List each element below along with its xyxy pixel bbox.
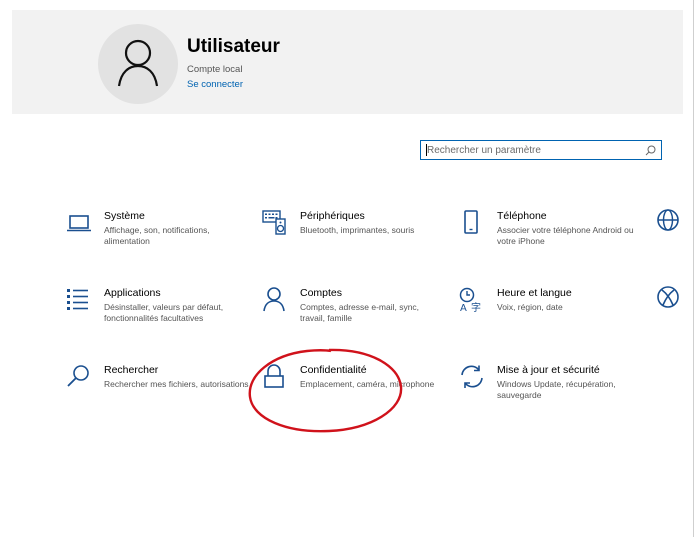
xbox-icon[interactable] [656,285,680,309]
tile-title: Périphériques [300,210,365,222]
person-icon [263,287,285,312]
user-header: Utilisateur Compte local Se connecter [12,10,683,114]
tile-title: Mise à jour et sécurité [497,364,600,376]
tile-description: Affichage, son, notifications, alimentat… [104,225,210,246]
settings-tile-update-security[interactable]: Mise à jour et sécurité Windows Update, … [459,364,639,404]
settings-tile-system[interactable]: Système Affichage, son, notifications, a… [66,210,246,250]
tile-title: Heure et langue [497,287,572,299]
keyboard-speaker-icon [262,210,286,235]
apps-list-icon [67,289,88,310]
tile-title: Rechercher [104,364,159,376]
svg-text:字: 字 [471,301,481,313]
annotation-circle [248,348,403,433]
tile-description: Windows Update, récupération, sauvegarde [497,379,616,400]
settings-window: Utilisateur Compte local Se connecter Sy… [0,0,697,537]
tile-description: Rechercher mes fichiers, autorisations [104,379,249,389]
settings-tile-time-language[interactable]: A 字 Heure et langue Voix, région, date [459,287,639,327]
search-input[interactable] [427,141,641,159]
search-box[interactable] [420,140,662,160]
update-sync-icon [461,365,483,388]
phone-icon [464,210,478,234]
tile-description: Comptes, adresse e-mail, sync, travail, … [300,302,420,323]
settings-tile-search[interactable]: Rechercher Rechercher mes fichiers, auto… [66,364,249,404]
settings-tile-phone[interactable]: Téléphone Associer votre téléphone Andro… [459,210,639,250]
laptop-icon [67,215,91,232]
sign-in-link[interactable]: Se connecter [187,79,243,90]
settings-tile-devices[interactable]: Périphériques Bluetooth, imprimantes, so… [262,210,442,250]
avatar[interactable] [98,24,178,104]
time-language-icon: A 字 [459,287,481,313]
search-icon[interactable] [645,145,656,156]
globe-icon[interactable] [656,208,680,232]
tile-title: Téléphone [497,210,547,222]
settings-tile-apps[interactable]: Applications Désinstaller, valeurs par d… [66,287,246,327]
tile-description: Voix, région, date [497,302,563,312]
account-type: Compte local [187,64,243,75]
user-name: Utilisateur [187,36,280,57]
search-icon [67,365,89,387]
svg-text:A: A [460,303,467,313]
person-icon [117,39,159,87]
tile-description: Associer votre téléphone Android ou votr… [497,225,634,246]
tile-title: Système [104,210,145,222]
tile-title: Applications [104,287,161,299]
window-edge [693,0,694,537]
settings-tile-accounts[interactable]: Comptes Comptes, adresse e-mail, sync, t… [262,287,442,327]
tile-title: Comptes [300,287,343,299]
tile-description: Désinstaller, valeurs par défaut, foncti… [104,302,224,323]
tile-description: Bluetooth, imprimantes, souris [300,225,415,235]
